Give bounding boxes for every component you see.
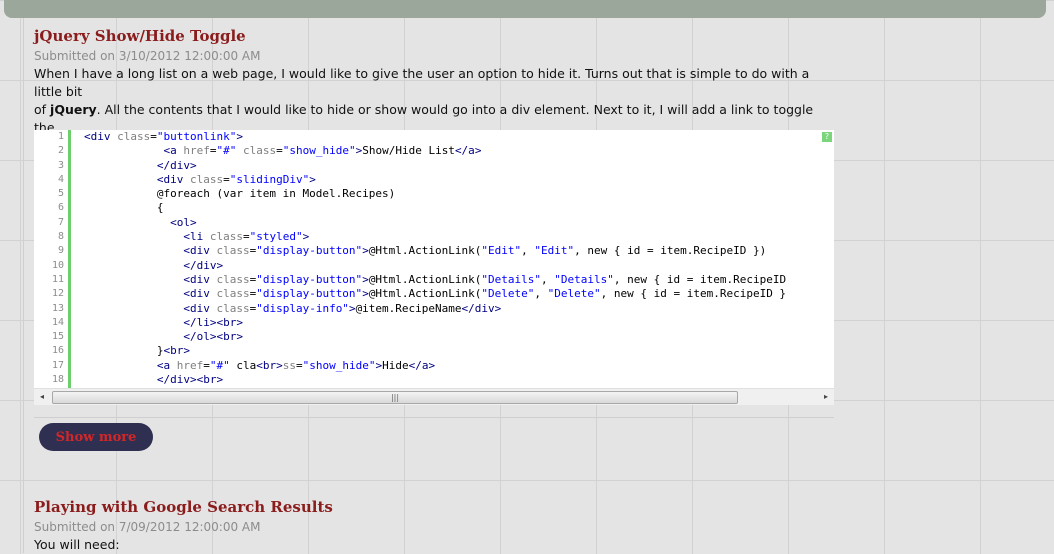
line-numbers: 1 2 3 4 5 6 7 8 9 10 11 12 13 14 15 16 17 18	[34, 130, 68, 388]
scroll-right-arrow-icon[interactable]: ▸	[818, 389, 834, 405]
line-number: 9	[57, 245, 64, 257]
grip-icon: |||	[390, 393, 400, 402]
line-number: 18	[51, 374, 64, 386]
post-date: Submitted on 3/10/2012 12:00:00 AM	[34, 49, 261, 63]
code-lines: <div class="buttonlink"> <a href="#" cla…	[84, 130, 834, 387]
code-line: @foreach (var item in Model.Recipes)	[84, 187, 396, 201]
line-number: 13	[51, 302, 64, 314]
code-line: <a href="#" class="show_hide">Show/Hide …	[163, 144, 482, 158]
line-number: 15	[51, 331, 64, 343]
code-line: <div class="display-info">@item.RecipeNa…	[183, 301, 502, 315]
body-text: of	[34, 102, 51, 117]
scroll-thumb[interactable]: |||	[52, 391, 738, 404]
line-number: 7	[57, 216, 64, 228]
code-line: }<br>	[84, 344, 190, 358]
code-line: <div class="slidingDiv">	[156, 172, 316, 186]
line-number: 6	[57, 202, 64, 214]
code-line: </ol><br>	[183, 330, 243, 344]
line-number: 2	[57, 145, 64, 157]
line-number: 11	[51, 273, 64, 285]
code-line: {	[84, 201, 164, 215]
code-line: </div>	[183, 258, 224, 272]
body-line: When I have a long list on a web page, I…	[34, 65, 826, 101]
code-line: </li><br>	[183, 315, 243, 329]
post-title[interactable]: Playing with Google Search Results	[34, 498, 333, 516]
gutter-bar	[68, 130, 71, 388]
content-left-border	[23, 18, 24, 553]
line-number: 12	[51, 288, 64, 300]
line-number: 16	[51, 345, 64, 357]
scroll-left-arrow-icon[interactable]: ◂	[34, 389, 50, 405]
horizontal-scrollbar[interactable]: ◂ ||| ▸	[34, 388, 834, 405]
code-line: </div><br>	[156, 373, 224, 387]
help-icon[interactable]: ?	[822, 132, 832, 142]
code-line: </div>	[156, 158, 197, 172]
top-banner	[4, 0, 1046, 18]
code-line: <div class="buttonlink">	[84, 130, 243, 143]
line-number: 10	[51, 259, 64, 271]
line-number: 5	[57, 188, 64, 200]
show-more-button[interactable]: Show more	[39, 423, 153, 451]
post-body: You will need:	[34, 537, 120, 552]
code-line: <div class="display-button">@Html.Action…	[183, 272, 787, 286]
line-number: 3	[57, 159, 64, 171]
code-block: 1 2 3 4 5 6 7 8 9 10 11 12 13 14 15 16 17 18 <div class="…	[34, 130, 834, 388]
code-line: <a href="#" cla<br>ss="show_hide">Hide</…	[156, 358, 436, 372]
code-line: <ol>	[170, 215, 197, 229]
post-divider	[34, 417, 834, 418]
post-date: Submitted on 7/09/2012 12:00:00 AM	[34, 520, 261, 534]
code-line: <li class="styled">	[183, 230, 310, 244]
code-line: <div class="display-button">@Html.Action…	[183, 244, 767, 258]
code-line: <div class="display-button">@Html.Action…	[183, 287, 787, 301]
body-emphasis: jQuery	[50, 102, 97, 117]
line-number: 14	[51, 316, 64, 328]
post-title[interactable]: jQuery Show/Hide Toggle	[34, 27, 246, 45]
line-number: 4	[57, 173, 64, 185]
line-number: 8	[57, 231, 64, 243]
body-text: When I have a long list on a web page, I…	[34, 66, 810, 99]
line-number: 17	[51, 359, 64, 371]
line-number: 1	[57, 131, 64, 142]
